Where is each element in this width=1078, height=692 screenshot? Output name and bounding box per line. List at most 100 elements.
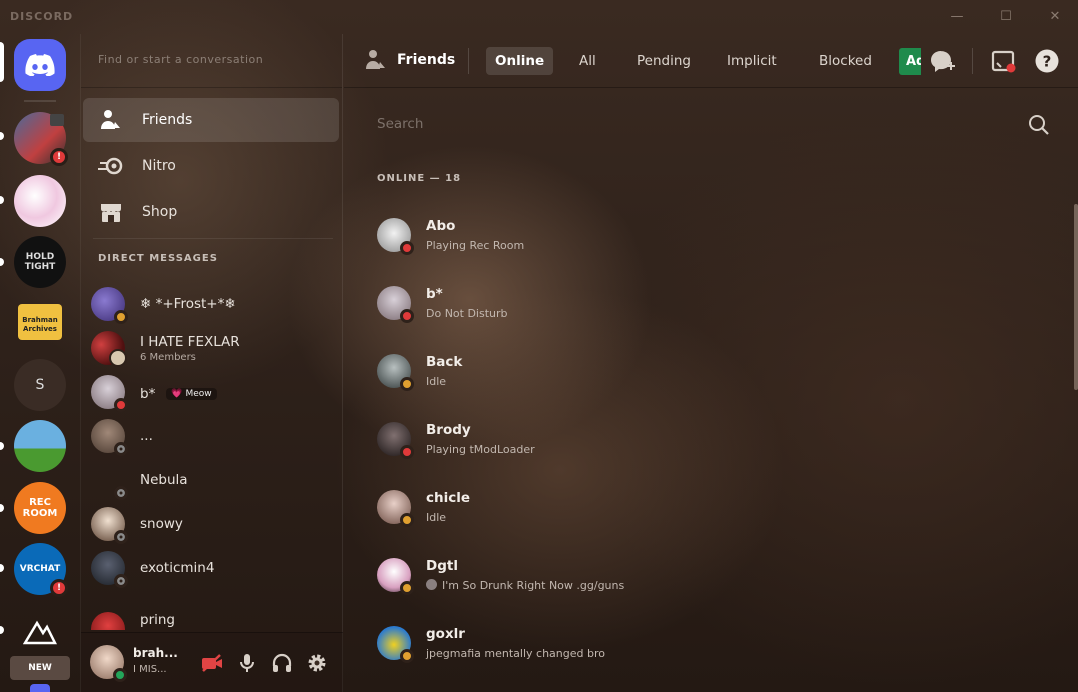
- avatar: [91, 551, 128, 588]
- dm-item[interactable]: snowy: [91, 502, 336, 546]
- status-idle-icon: [400, 377, 414, 391]
- avatar: [377, 422, 414, 459]
- dm-item[interactable]: pring: [91, 590, 336, 630]
- server-1[interactable]: !: [14, 112, 68, 166]
- tab-all[interactable]: All: [570, 47, 605, 75]
- avatar: [91, 419, 128, 456]
- conversation-search[interactable]: Find or start a conversation: [81, 34, 342, 88]
- camera-off-icon[interactable]: [201, 652, 223, 674]
- status-idle-icon: [400, 513, 414, 527]
- avatar: [91, 463, 128, 500]
- friend-row[interactable]: b* Do Not Disturb: [377, 273, 1057, 333]
- user-panel: brah... I MIS...: [81, 632, 343, 692]
- close-button[interactable]: ✕: [1044, 6, 1066, 28]
- status-dnd-icon: [400, 241, 414, 255]
- avatar: [377, 558, 414, 595]
- friend-row[interactable]: Dgtl I'm So Drunk Right Now .gg/guns: [377, 545, 1057, 605]
- minimize-button[interactable]: —: [946, 6, 968, 28]
- friend-activity: Idle: [426, 375, 447, 388]
- friend-name: Back: [426, 354, 463, 370]
- server-brahman-archives[interactable]: Brahman Archives: [14, 298, 66, 350]
- nav-shop-label: Shop: [142, 204, 178, 220]
- tab-online[interactable]: Online: [486, 47, 554, 75]
- nav-nitro[interactable]: Nitro: [83, 144, 339, 188]
- friend-activity: Do Not Disturb: [426, 307, 508, 320]
- friend-name: chicle: [426, 490, 471, 506]
- server-game[interactable]: [14, 420, 66, 472]
- server-mountain[interactable]: [14, 606, 66, 658]
- user-avatar[interactable]: [90, 645, 127, 682]
- nav-shop[interactable]: Shop: [83, 190, 339, 234]
- friend-row[interactable]: Brody Playing tModLoader: [377, 409, 1057, 469]
- friend-search-input[interactable]: Search: [377, 116, 423, 132]
- unread-pill: [0, 196, 4, 204]
- nav-friends[interactable]: Friends: [83, 98, 339, 142]
- dm-item[interactable]: ...: [91, 414, 336, 458]
- dm-item[interactable]: ❄ *+Frost+*❄: [91, 282, 336, 326]
- discord-logo-icon: [25, 54, 55, 76]
- dm-name: b*: [140, 385, 156, 402]
- friend-name: b*: [426, 286, 443, 302]
- friend-name: goxlr: [426, 626, 465, 642]
- friends-top-bar: Friends Online All Pending Implicit Bloc…: [344, 34, 1078, 88]
- server-2[interactable]: [14, 175, 66, 227]
- search-icon[interactable]: [1028, 114, 1050, 140]
- avatar: [377, 354, 414, 391]
- tab-implicit[interactable]: Implicit: [718, 47, 786, 75]
- dm-item[interactable]: b* 💗 Meow: [91, 370, 336, 414]
- dm-name: exoticmin4: [140, 560, 215, 576]
- unread-pill: [0, 626, 4, 634]
- microphone-icon[interactable]: [236, 652, 258, 674]
- calendar-icon: [50, 114, 64, 126]
- new-group-dm-icon[interactable]: [928, 48, 956, 80]
- friend-name: Dgtl: [426, 558, 458, 574]
- status-emoji-icon: [426, 579, 437, 590]
- title-bar: DISCORD — ☐ ✕: [0, 0, 1078, 34]
- dm-name: Nebula: [140, 472, 188, 488]
- unread-pill: [0, 564, 4, 572]
- dm-item[interactable]: Nebula: [91, 458, 336, 502]
- settings-gear-icon[interactable]: [306, 652, 328, 674]
- unread-pill: [0, 504, 4, 512]
- unread-pill: [0, 132, 4, 140]
- headphones-icon[interactable]: [271, 652, 293, 674]
- friends-icon: [364, 48, 388, 76]
- friend-name: Brody: [426, 422, 471, 438]
- friend-row[interactable]: Back Idle: [377, 341, 1057, 401]
- dm-item[interactable]: exoticmin4: [91, 546, 336, 590]
- online-count-header: ONLINE — 18: [377, 173, 462, 184]
- status-online-icon: [113, 668, 127, 682]
- dm-group[interactable]: I HATE FEXLAR 6 Members: [91, 326, 336, 370]
- friend-row[interactable]: Abo Playing Rec Room: [377, 205, 1057, 265]
- tab-blocked[interactable]: Blocked: [810, 47, 881, 75]
- avatar: [91, 507, 128, 544]
- divider: [93, 238, 333, 239]
- server-rec-room[interactable]: REC ROOM: [14, 482, 66, 534]
- add-friend-button[interactable]: Add Friend: [899, 48, 921, 75]
- server-hold-tight[interactable]: HOLD TIGHT: [14, 236, 66, 288]
- friend-activity: Playing Rec Room: [426, 239, 525, 252]
- svg-text:?: ?: [1043, 53, 1052, 71]
- mention-badge: !: [50, 148, 68, 166]
- app-logo: DISCORD: [10, 10, 74, 23]
- new-label: NEW: [10, 656, 70, 680]
- friend-row[interactable]: goxlr jpegmafia mentally changed bro: [377, 613, 1057, 673]
- friend-name: Abo: [426, 218, 456, 234]
- inbox-icon[interactable]: [991, 49, 1017, 79]
- maximize-button[interactable]: ☐: [995, 6, 1017, 28]
- group-avatar-secondary: [109, 349, 127, 367]
- server-s[interactable]: S: [14, 359, 66, 411]
- friend-activity: Idle: [426, 511, 447, 524]
- username: brah...: [133, 646, 178, 660]
- server-vrchat[interactable]: VRCHAT !: [14, 543, 68, 597]
- friend-row[interactable]: chicle Idle: [377, 477, 1057, 537]
- tab-pending[interactable]: Pending: [628, 47, 700, 75]
- server-rail: ! HOLD TIGHT Brahman Archives S REC ROOM…: [0, 34, 80, 692]
- home-button[interactable]: [14, 39, 66, 91]
- dm-name: ❄ *+Frost+*❄: [140, 296, 236, 312]
- friend-activity: Playing tModLoader: [426, 443, 535, 456]
- mention-badge: !: [50, 579, 68, 597]
- scrollbar-thumb[interactable]: [1074, 204, 1078, 390]
- help-icon[interactable]: ?: [1035, 49, 1059, 77]
- server-partial[interactable]: [30, 684, 50, 692]
